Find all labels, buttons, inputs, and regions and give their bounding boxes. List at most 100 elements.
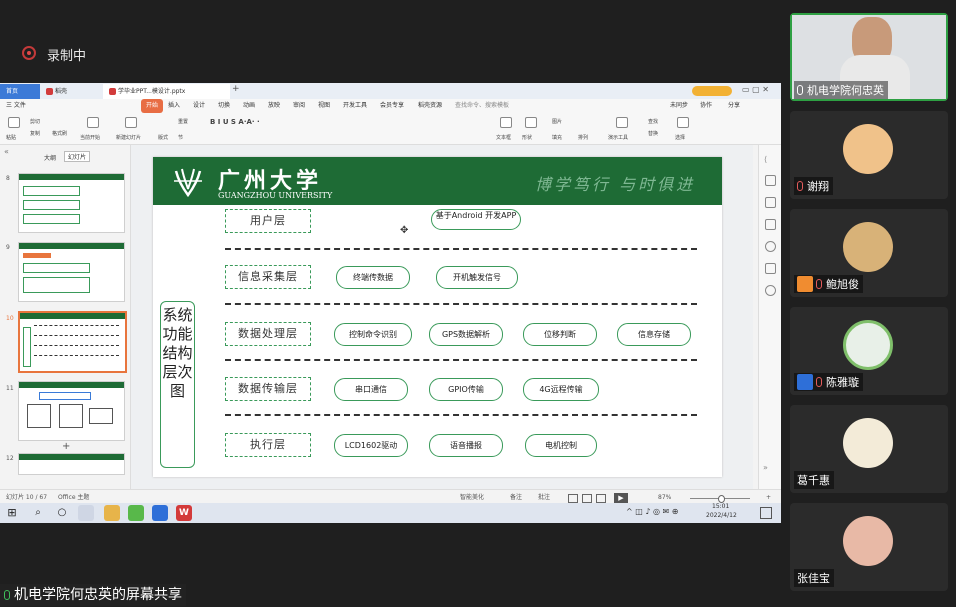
slide-thumbnail[interactable]: [18, 381, 125, 441]
participant-name: 陈雅璇: [794, 373, 863, 391]
slides-pane: « 大纲 幻灯片 8 9 10 11 + 12: [0, 145, 131, 489]
layout-label[interactable]: 版式: [158, 134, 168, 141]
tab-docer[interactable]: 稻壳: [40, 84, 97, 99]
menu-review[interactable]: 审阅: [293, 99, 305, 113]
style-icon[interactable]: [765, 175, 776, 186]
menu-devtools[interactable]: 开发工具: [343, 99, 367, 113]
puppy-avatar: [843, 418, 893, 468]
menu-view[interactable]: 视图: [318, 99, 330, 113]
participant-tile[interactable]: 陈雅璇: [790, 307, 948, 395]
participant-tile[interactable]: 谢翔: [790, 111, 948, 199]
new-slide-icon[interactable]: [125, 117, 137, 128]
select-icon[interactable]: [677, 117, 689, 128]
fill-label[interactable]: 填充: [552, 134, 562, 141]
shape-style-icon[interactable]: [765, 197, 776, 208]
menu-transition[interactable]: 切换: [218, 99, 230, 113]
menu-docer[interactable]: 稻壳资源: [418, 99, 442, 113]
reset-label[interactable]: 重置: [178, 118, 188, 125]
presentation-tools-icon[interactable]: [616, 117, 628, 128]
recording-label: 录制中: [47, 49, 87, 64]
participant-tile-active[interactable]: 机电学院何忠英: [790, 13, 948, 101]
participant-tile[interactable]: 张佳宝: [790, 503, 948, 591]
task-view-icon[interactable]: ○: [54, 505, 70, 521]
format-painter-label[interactable]: 格式刷: [52, 130, 67, 137]
section-label[interactable]: 节: [178, 134, 183, 141]
right-tool-strip: ⟨ »: [758, 145, 781, 489]
expand-icon[interactable]: ⟨: [764, 155, 767, 164]
arrange-label[interactable]: 排列: [578, 134, 588, 141]
zoom-slider-handle[interactable]: [718, 495, 725, 503]
menu-animation[interactable]: 动画: [243, 99, 255, 113]
slides-tab[interactable]: 幻灯片: [64, 151, 91, 162]
dog-avatar: [843, 222, 893, 272]
share-icon: [4, 590, 10, 600]
participant-name: 鲍旭俊: [794, 275, 863, 293]
backup-icon[interactable]: [765, 263, 776, 274]
meeting-app-icon[interactable]: [152, 505, 168, 521]
shape-icon[interactable]: [525, 117, 537, 128]
help-icon[interactable]: [765, 241, 776, 252]
menu-collab[interactable]: 协作: [700, 99, 712, 113]
participant-name: 张佳宝: [794, 569, 834, 587]
font-format-controls[interactable]: B I U S A·A· ·: [210, 118, 260, 126]
menu-share[interactable]: 分享: [728, 99, 740, 113]
paste-icon[interactable]: [8, 117, 20, 128]
windows-start-icon[interactable]: ⊞: [4, 505, 20, 521]
recording-icon: [22, 46, 36, 60]
menu-member[interactable]: 会员专享: [380, 99, 404, 113]
file-explorer-icon[interactable]: [104, 505, 120, 521]
collapse-pane-icon[interactable]: «: [4, 147, 9, 156]
window-controls[interactable]: ▭ ▢ ✕: [742, 85, 769, 94]
replace-label[interactable]: 替换: [648, 130, 658, 137]
wps-app-icon[interactable]: W: [176, 505, 192, 521]
menu-start[interactable]: 开始: [141, 99, 164, 113]
add-slide-icon[interactable]: +: [62, 441, 70, 452]
notification-icon[interactable]: [760, 507, 772, 519]
tab-home[interactable]: 首页: [0, 84, 40, 99]
participant-tile[interactable]: 葛千惠: [790, 405, 948, 493]
reading-view-icon[interactable]: [596, 494, 606, 503]
person-icon: [797, 374, 813, 390]
sorter-view-icon[interactable]: [582, 494, 592, 503]
copy-label[interactable]: 复制: [30, 130, 40, 137]
slide-thumbnail-selected[interactable]: [18, 311, 127, 373]
cut-label[interactable]: 剪切: [30, 118, 40, 125]
side-title-box: 系统功能结构层次图: [160, 301, 195, 468]
sync-status[interactable]: 未同步: [670, 99, 688, 113]
picture-label[interactable]: 图片: [552, 118, 562, 125]
mic-muted-icon: [797, 181, 803, 191]
location-icon[interactable]: [765, 285, 776, 296]
paste-label: 粘贴: [6, 135, 17, 141]
search-icon[interactable]: ⌕: [30, 505, 46, 521]
outline-tab[interactable]: 大纲: [44, 153, 56, 162]
menu-insert[interactable]: 插入: [168, 99, 180, 113]
normal-view-icon[interactable]: [568, 494, 578, 503]
participant-tile[interactable]: 鲍旭俊: [790, 209, 948, 297]
more-icon[interactable]: »: [763, 463, 768, 472]
slide[interactable]: 广州大学 GUANGZHOU UNIVERSITY 博学笃行 与时俱进 系统功能…: [153, 157, 722, 477]
slide-thumbnail[interactable]: [18, 242, 125, 302]
command-search[interactable]: 查找命令、搜索模板: [455, 99, 509, 113]
taskview-icon[interactable]: [78, 505, 94, 521]
tab-document[interactable]: 学毕业PPT...模设计.pptx: [103, 84, 230, 99]
slide-thumbnail[interactable]: [18, 173, 125, 233]
ribbon-toolbar: 粘贴 剪切 复制 格式刷 当前开始 新建幻灯片 版式 节 重置 B I U S …: [0, 113, 781, 145]
item-gps-parse: GPS数据解析: [429, 323, 503, 346]
item-lcd: LCD1602驱动: [334, 434, 408, 457]
menu-design[interactable]: 设计: [193, 99, 205, 113]
baby-avatar: [843, 516, 893, 566]
item-voice: 语音播报: [429, 434, 503, 457]
animation-icon[interactable]: [765, 219, 776, 230]
current-start-icon[interactable]: [87, 117, 99, 128]
slide-thumbnail[interactable]: [18, 453, 125, 475]
tab-document-label: 学毕业PPT...模设计.pptx: [118, 88, 186, 95]
menu-file[interactable]: 三 文件: [6, 99, 26, 113]
find-label[interactable]: 查找: [648, 118, 658, 125]
play-icon[interactable]: ▶: [614, 493, 628, 503]
wechat-icon[interactable]: [128, 505, 144, 521]
new-tab-icon[interactable]: +: [232, 84, 240, 94]
member-badge[interactable]: [692, 86, 732, 96]
system-tray-icons[interactable]: ^ ◫ ♪ ◎ ✉ ⊕: [626, 507, 678, 516]
textbox-icon[interactable]: [500, 117, 512, 128]
menu-slideshow[interactable]: 放映: [268, 99, 280, 113]
